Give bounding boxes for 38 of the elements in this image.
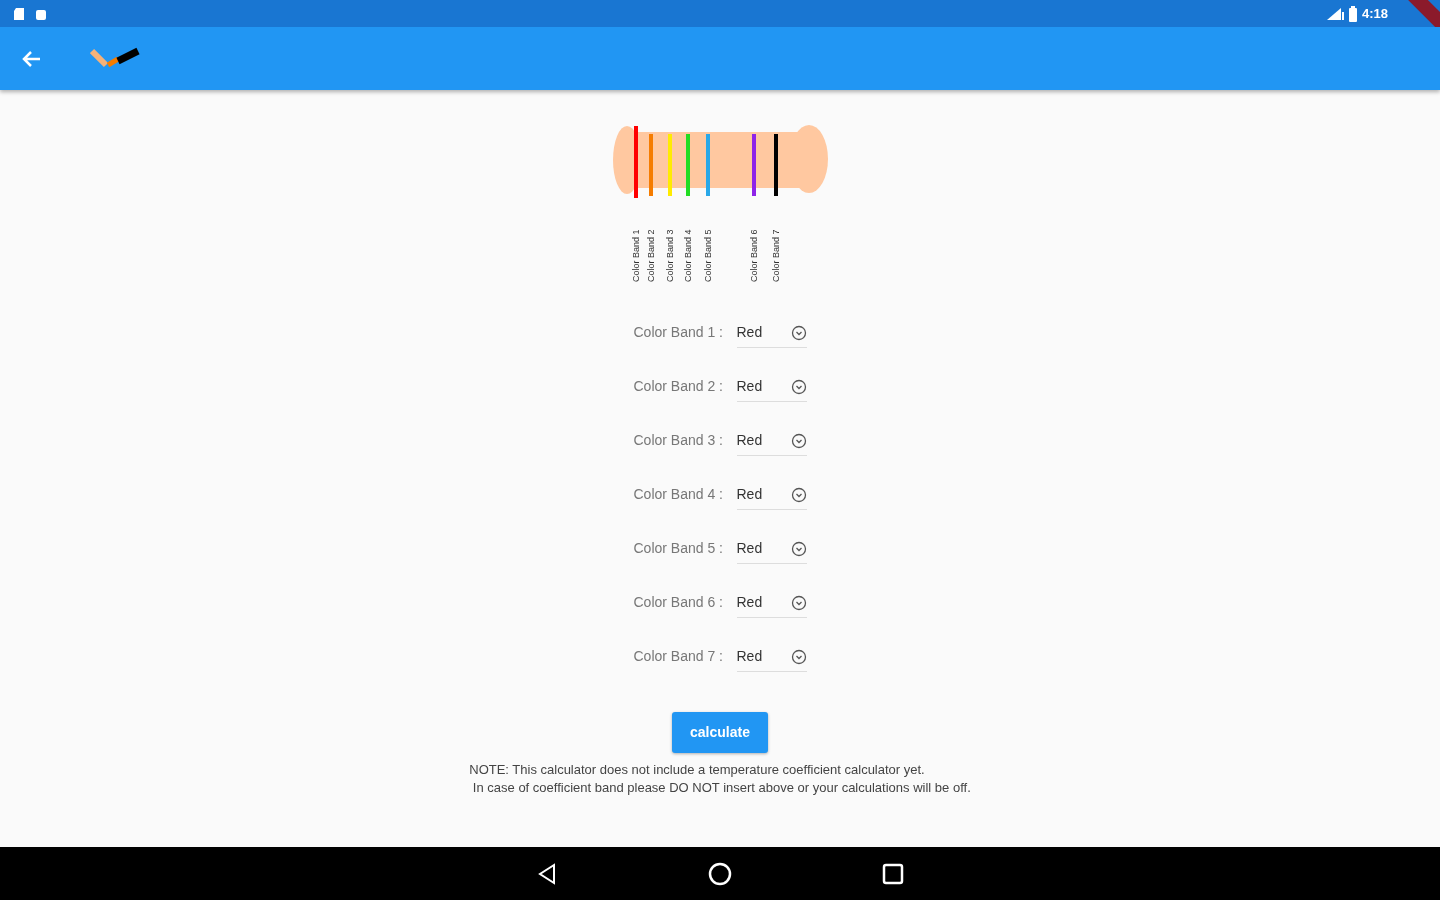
band-label: Color Band 6 [749, 229, 759, 282]
color-dropdown[interactable]: Red [736, 642, 807, 672]
color-dropdown[interactable]: Red [736, 426, 807, 456]
dropdown-icon [790, 648, 807, 665]
band-label: Color Band 2 : [633, 377, 724, 396]
note-text: NOTE: This calculator does not include a temperature coefficient calculator yet. [469, 761, 926, 779]
band-label: Color Band 3 [665, 229, 675, 282]
dropdown-icon [790, 378, 807, 395]
band-label: Color Band 1 [631, 229, 641, 282]
color-dropdown[interactable]: Red [736, 372, 807, 402]
color-dropdown[interactable]: Red [736, 534, 807, 564]
band-label: Color Band 6 : [633, 593, 724, 612]
dropdown-icon [790, 540, 807, 557]
band-label: Color Band 4 : [633, 485, 724, 504]
color-dropdown[interactable]: Red [736, 588, 807, 618]
dropdown-icon [790, 594, 807, 611]
color-dropdown[interactable]: Red [736, 480, 807, 510]
signal-icon [1325, 6, 1344, 21]
band-label: Color Band 1 : [633, 323, 724, 342]
dropdown-icon [790, 324, 807, 341]
clock-time: 4:18 [1361, 4, 1388, 23]
band-label: Color Band 4 [683, 229, 693, 282]
band-label: Color Band 5 : [633, 539, 724, 558]
sd-card-icon [12, 6, 26, 21]
battery-icon [1347, 5, 1358, 22]
note-text: In case of coefficient band please DO NOT insert above or your calculations will be off. [471, 779, 971, 797]
band-label: Color Band 7 [771, 229, 781, 282]
back-icon[interactable] [536, 862, 558, 885]
recents-icon[interactable] [882, 862, 904, 885]
band-label: Color Band 3 : [633, 431, 724, 450]
color-dropdown[interactable]: Red [736, 318, 807, 348]
dropdown-icon [790, 432, 807, 449]
home-icon[interactable] [708, 861, 732, 886]
dropdown-icon [790, 486, 807, 503]
band-label: Color Band 2 [646, 229, 656, 282]
band-label: Color Band 7 : [633, 647, 724, 666]
band-label: Color Band 5 [703, 229, 713, 282]
back-arrow-icon[interactable] [20, 48, 42, 69]
